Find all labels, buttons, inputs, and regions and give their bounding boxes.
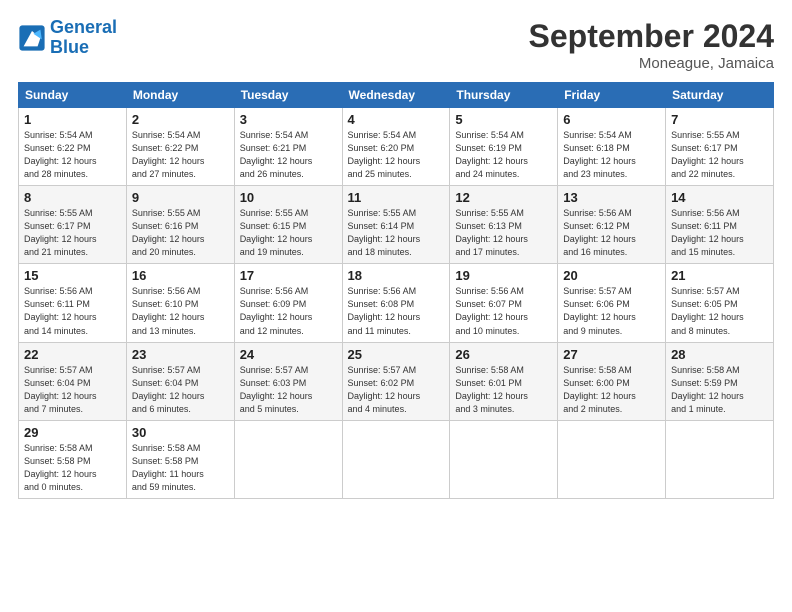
list-item: 10 Sunrise: 5:55 AMSunset: 6:15 PMDaylig… xyxy=(234,186,342,264)
empty-cell xyxy=(234,420,342,498)
calendar-table: Sunday Monday Tuesday Wednesday Thursday… xyxy=(18,82,774,499)
calendar-page: General Blue September 2024 Moneague, Ja… xyxy=(0,0,792,612)
col-monday: Monday xyxy=(126,83,234,108)
location-subtitle: Moneague, Jamaica xyxy=(529,55,774,72)
list-item: 11 Sunrise: 5:55 AMSunset: 6:14 PMDaylig… xyxy=(342,186,450,264)
list-item: 21 Sunrise: 5:57 AMSunset: 6:05 PMDaylig… xyxy=(666,264,774,342)
list-item: 18 Sunrise: 5:56 AMSunset: 6:08 PMDaylig… xyxy=(342,264,450,342)
table-row: 1 Sunrise: 5:54 AMSunset: 6:22 PMDayligh… xyxy=(19,108,774,186)
list-item: 26 Sunrise: 5:58 AMSunset: 6:01 PMDaylig… xyxy=(450,342,558,420)
list-item: 16 Sunrise: 5:56 AMSunset: 6:10 PMDaylig… xyxy=(126,264,234,342)
logo-icon xyxy=(18,24,46,52)
list-item: 12 Sunrise: 5:55 AMSunset: 6:13 PMDaylig… xyxy=(450,186,558,264)
empty-cell xyxy=(558,420,666,498)
table-row: 22 Sunrise: 5:57 AMSunset: 6:04 PMDaylig… xyxy=(19,342,774,420)
empty-cell xyxy=(666,420,774,498)
table-row: 8 Sunrise: 5:55 AMSunset: 6:17 PMDayligh… xyxy=(19,186,774,264)
list-item: 4 Sunrise: 5:54 AMSunset: 6:20 PMDayligh… xyxy=(342,108,450,186)
table-row: 15 Sunrise: 5:56 AMSunset: 6:11 PMDaylig… xyxy=(19,264,774,342)
list-item: 19 Sunrise: 5:56 AMSunset: 6:07 PMDaylig… xyxy=(450,264,558,342)
list-item: 25 Sunrise: 5:57 AMSunset: 6:02 PMDaylig… xyxy=(342,342,450,420)
empty-cell xyxy=(342,420,450,498)
list-item: 13 Sunrise: 5:56 AMSunset: 6:12 PMDaylig… xyxy=(558,186,666,264)
logo-blue: Blue xyxy=(50,37,89,57)
list-item: 7 Sunrise: 5:55 AMSunset: 6:17 PMDayligh… xyxy=(666,108,774,186)
col-thursday: Thursday xyxy=(450,83,558,108)
list-item: 24 Sunrise: 5:57 AMSunset: 6:03 PMDaylig… xyxy=(234,342,342,420)
list-item: 8 Sunrise: 5:55 AMSunset: 6:17 PMDayligh… xyxy=(19,186,127,264)
empty-cell xyxy=(450,420,558,498)
list-item: 30 Sunrise: 5:58 AMSunset: 5:58 PMDaylig… xyxy=(126,420,234,498)
col-wednesday: Wednesday xyxy=(342,83,450,108)
col-tuesday: Tuesday xyxy=(234,83,342,108)
list-item: 9 Sunrise: 5:55 AMSunset: 6:16 PMDayligh… xyxy=(126,186,234,264)
col-saturday: Saturday xyxy=(666,83,774,108)
month-title: September 2024 xyxy=(529,18,774,55)
title-block: September 2024 Moneague, Jamaica xyxy=(529,18,774,72)
list-item: 27 Sunrise: 5:58 AMSunset: 6:00 PMDaylig… xyxy=(558,342,666,420)
list-item: 6 Sunrise: 5:54 AMSunset: 6:18 PMDayligh… xyxy=(558,108,666,186)
list-item: 3 Sunrise: 5:54 AMSunset: 6:21 PMDayligh… xyxy=(234,108,342,186)
list-item: 20 Sunrise: 5:57 AMSunset: 6:06 PMDaylig… xyxy=(558,264,666,342)
list-item: 17 Sunrise: 5:56 AMSunset: 6:09 PMDaylig… xyxy=(234,264,342,342)
list-item: 5 Sunrise: 5:54 AMSunset: 6:19 PMDayligh… xyxy=(450,108,558,186)
logo: General Blue xyxy=(18,18,117,58)
list-item: 15 Sunrise: 5:56 AMSunset: 6:11 PMDaylig… xyxy=(19,264,127,342)
list-item: 23 Sunrise: 5:57 AMSunset: 6:04 PMDaylig… xyxy=(126,342,234,420)
list-item: 28 Sunrise: 5:58 AMSunset: 5:59 PMDaylig… xyxy=(666,342,774,420)
logo-general: General xyxy=(50,17,117,37)
list-item: 14 Sunrise: 5:56 AMSunset: 6:11 PMDaylig… xyxy=(666,186,774,264)
col-sunday: Sunday xyxy=(19,83,127,108)
list-item: 22 Sunrise: 5:57 AMSunset: 6:04 PMDaylig… xyxy=(19,342,127,420)
weekday-header-row: Sunday Monday Tuesday Wednesday Thursday… xyxy=(19,83,774,108)
list-item: 29 Sunrise: 5:58 AMSunset: 5:58 PMDaylig… xyxy=(19,420,127,498)
list-item: 2 Sunrise: 5:54 AMSunset: 6:22 PMDayligh… xyxy=(126,108,234,186)
page-header: General Blue September 2024 Moneague, Ja… xyxy=(18,18,774,72)
col-friday: Friday xyxy=(558,83,666,108)
table-row: 29 Sunrise: 5:58 AMSunset: 5:58 PMDaylig… xyxy=(19,420,774,498)
list-item: 1 Sunrise: 5:54 AMSunset: 6:22 PMDayligh… xyxy=(19,108,127,186)
